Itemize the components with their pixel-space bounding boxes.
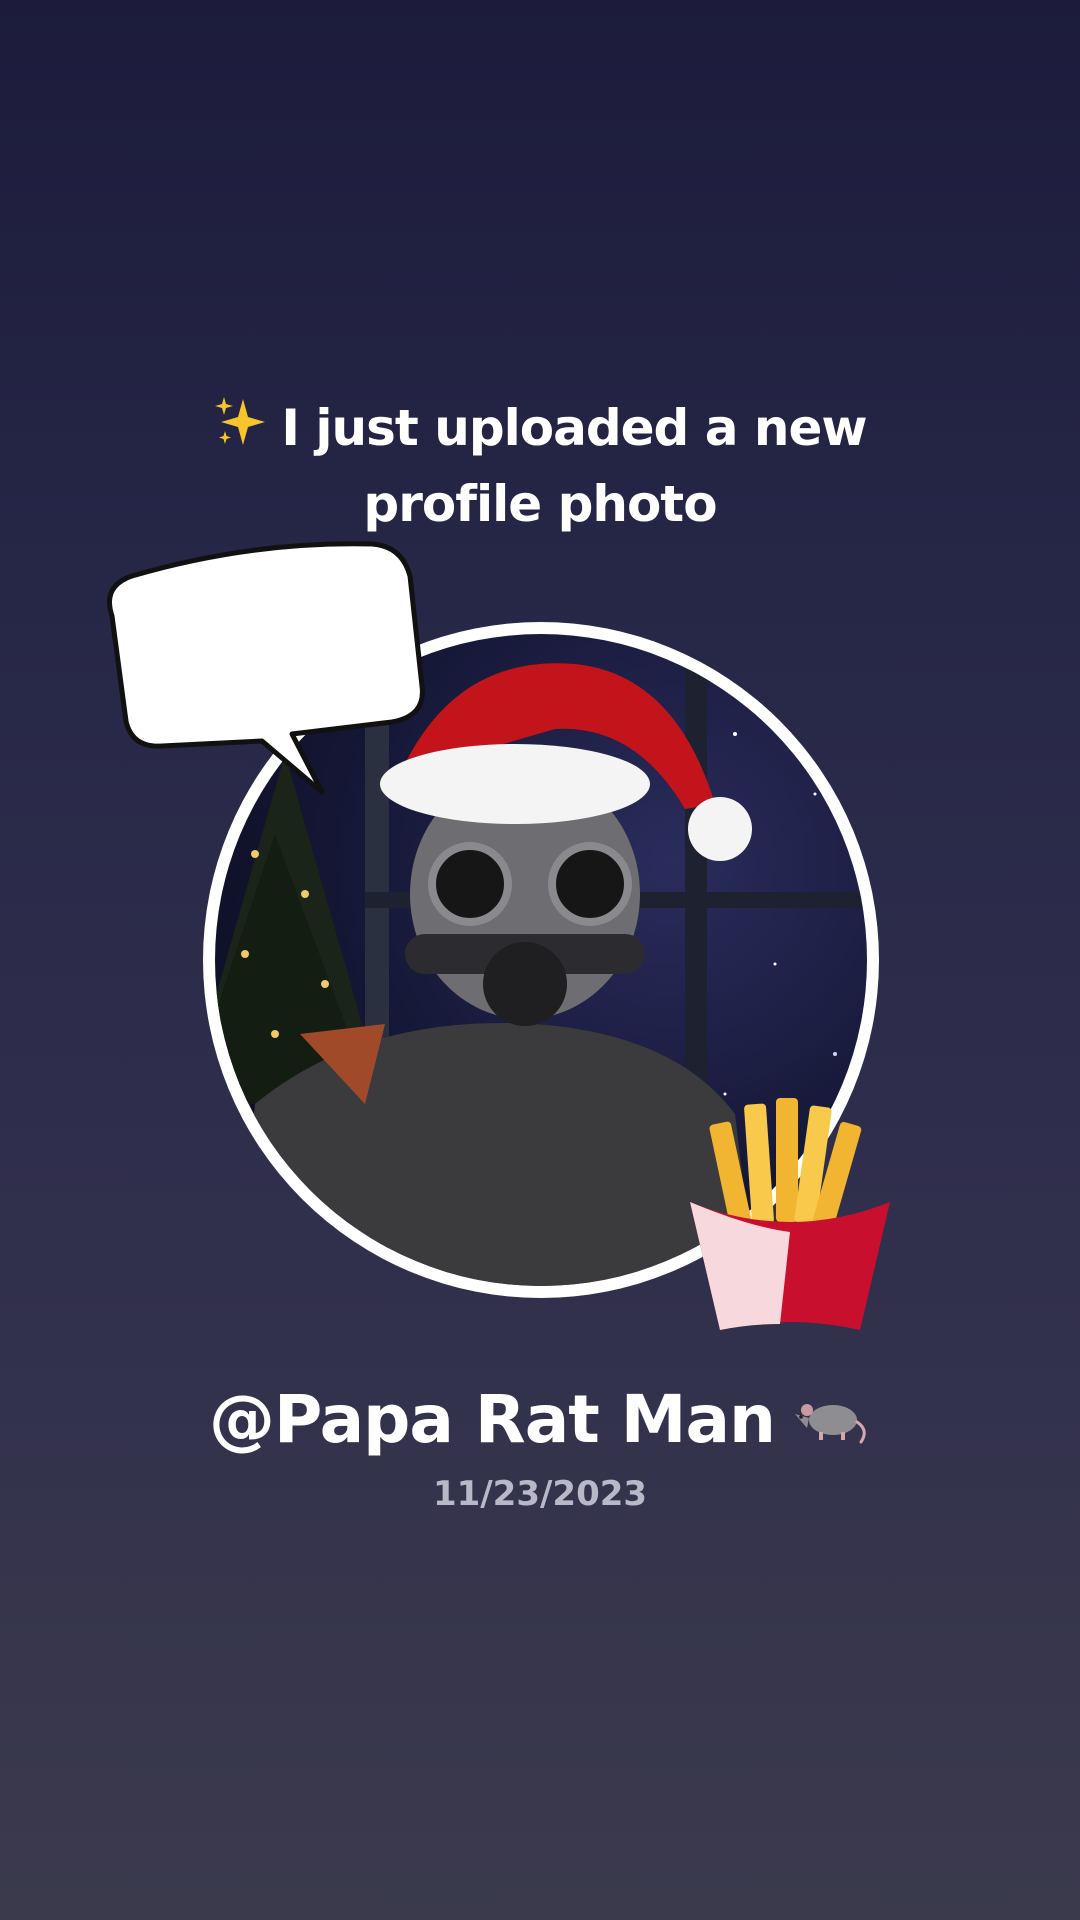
rat-icon [791,1382,871,1466]
french-fries-sticker[interactable] [680,1092,900,1342]
speech-bubble-sticker[interactable] [92,536,432,816]
sparkles-icon [213,395,267,468]
headline: I just uploaded a new profile photo [0,392,1080,540]
username[interactable]: @Papa Rat Man [0,1378,1080,1466]
headline-text-1: I just uploaded a new [281,399,867,457]
headline-line-2: profile photo [363,475,717,533]
username-text[interactable]: @Papa Rat Man [209,1381,776,1458]
upload-date: 11/23/2023 [432,1474,648,1514]
headline-line-1: I just uploaded a new [0,392,1080,468]
